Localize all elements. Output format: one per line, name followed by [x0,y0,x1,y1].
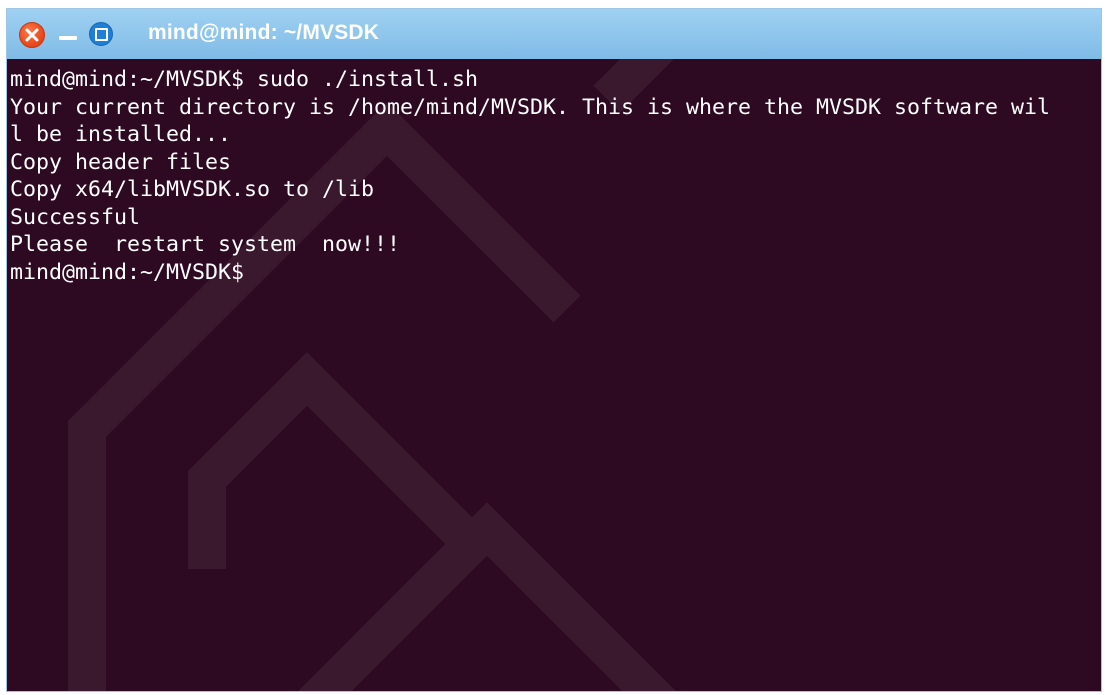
maximize-icon [94,27,108,41]
terminal-output[interactable]: mind@mind:~/MVSDK$ sudo ./install.sh You… [7,59,1101,691]
close-icon [25,28,39,42]
terminal-line: Copy header files [10,149,232,175]
close-button[interactable] [19,22,45,48]
title-bar[interactable]: mind@mind: ~/MVSDK [7,9,1101,59]
terminal-window: mind@mind: ~/MVSDK mind@mind:~/MVSDK$ su… [6,8,1102,692]
maximize-button[interactable] [89,22,113,46]
terminal-line: Please restart system now!!! [10,232,401,257]
window-title: mind@mind: ~/MVSDK [148,21,380,44]
terminal-line: Copy x64/libMVSDK.so to /lib [10,177,375,202]
terminal-line: Successful [10,204,141,230]
minimize-button[interactable] [59,36,77,40]
terminal-line: mind@mind:~/MVSDK$ sudo ./install.sh [10,67,479,92]
terminal-prompt: mind@mind:~/MVSDK$ [10,259,245,285]
terminal-line: Your current directory is /home/mind/MVS… [10,94,1051,120]
terminal-line: l be installed... [10,122,232,147]
